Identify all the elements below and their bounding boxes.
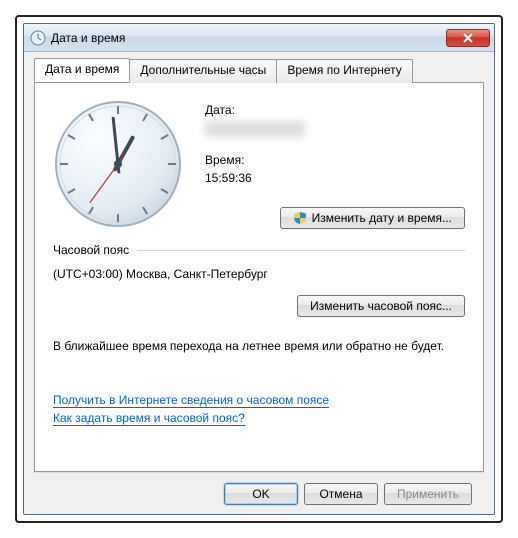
outer-frame: Дата и время Дата и время Дополнительные… — [15, 15, 503, 523]
tab-internet-time[interactable]: Время по Интернету — [276, 59, 412, 83]
time-label: Время: — [205, 153, 465, 167]
window-title: Дата и время — [51, 31, 446, 45]
tab-date-time[interactable]: Дата и время — [34, 58, 130, 82]
link-timezone-info[interactable]: Получить в Интернете сведения о часовом … — [53, 393, 329, 408]
close-icon — [463, 33, 473, 43]
tab-strip: Дата и время Дополнительные часы Время п… — [34, 58, 484, 82]
ok-button[interactable]: OK — [224, 483, 298, 505]
shield-icon — [293, 211, 307, 225]
change-datetime-button[interactable]: Изменить дату и время... — [280, 207, 465, 229]
tab-additional-clocks[interactable]: Дополнительные часы — [129, 59, 277, 83]
dst-notice: В ближайшее время перехода на летнее вре… — [53, 339, 465, 353]
timezone-value: (UTC+03:00) Москва, Санкт-Петербург — [53, 267, 465, 281]
change-timezone-label: Изменить часовой пояс... — [310, 299, 452, 313]
change-timezone-button[interactable]: Изменить часовой пояс... — [297, 295, 465, 317]
content-area: Дата и время Дополнительные часы Время п… — [24, 52, 494, 514]
dialog-window: Дата и время Дата и время Дополнительные… — [23, 23, 495, 515]
tab-panel: Дата: Время: 15:59:36 — [34, 82, 484, 472]
titlebar[interactable]: Дата и время — [24, 24, 494, 52]
close-button[interactable] — [446, 29, 490, 47]
date-value-blurred — [205, 121, 305, 137]
analog-clock — [53, 99, 183, 229]
divider — [137, 250, 465, 251]
timezone-section-label: Часовой пояс — [53, 243, 129, 257]
change-datetime-label: Изменить дату и время... — [312, 211, 452, 225]
apply-button[interactable]: Применить — [384, 483, 472, 505]
clock-icon — [30, 30, 46, 46]
link-howto[interactable]: Как задать время и часовой пояс? — [53, 411, 245, 426]
date-label: Дата: — [205, 103, 465, 117]
cancel-button[interactable]: Отмена — [304, 483, 378, 505]
button-bar: OK Отмена Применить — [34, 472, 484, 514]
time-value: 15:59:36 — [205, 171, 465, 185]
